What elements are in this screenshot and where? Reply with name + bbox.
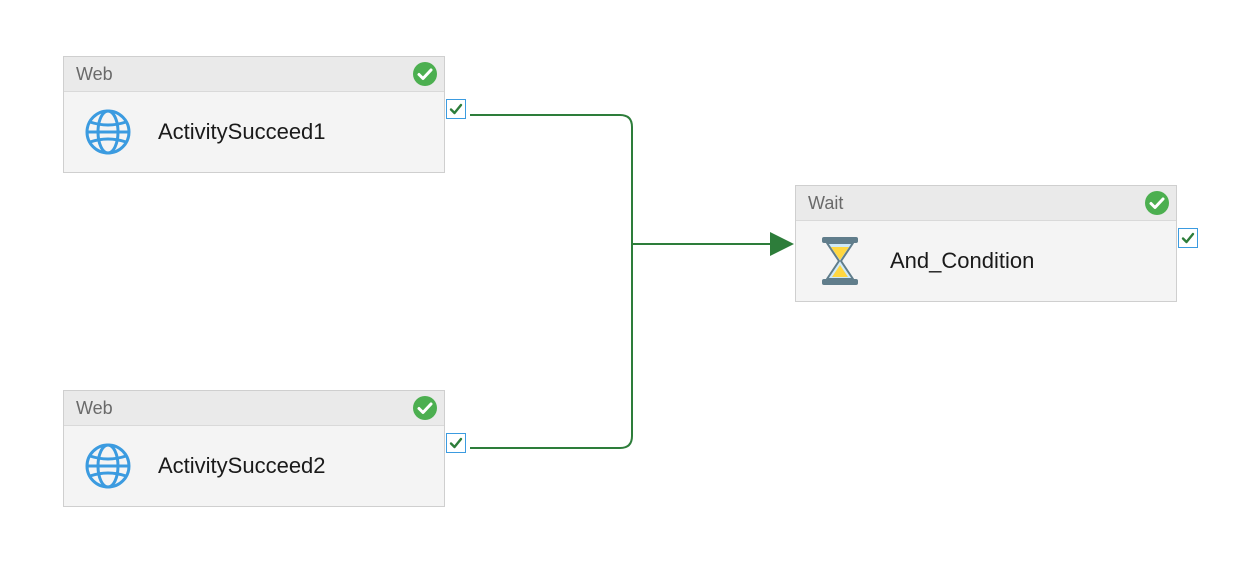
activity-node-and-condition[interactable]: Wait And_Condition: [795, 185, 1177, 302]
output-port-success[interactable]: [446, 99, 466, 119]
node-type-label: Web: [76, 64, 113, 84]
node-body: ActivitySucceed1: [64, 92, 444, 172]
hourglass-icon: [814, 235, 866, 287]
node-title: And_Condition: [890, 248, 1034, 274]
status-success-icon: [412, 61, 438, 98]
status-success-icon: [1144, 190, 1170, 227]
node-header: Web: [64, 57, 444, 92]
node-body: And_Condition: [796, 221, 1176, 301]
node-header: Wait: [796, 186, 1176, 221]
node-header: Web: [64, 391, 444, 426]
connector-b-to-c: [470, 244, 632, 448]
activity-node-activitysucceed1[interactable]: Web ActivitySucceed1: [63, 56, 445, 173]
output-port-success[interactable]: [446, 433, 466, 453]
node-title: ActivitySucceed1: [158, 119, 326, 145]
activity-node-activitysucceed2[interactable]: Web ActivitySucceed2: [63, 390, 445, 507]
node-title: ActivitySucceed2: [158, 453, 326, 479]
node-type-label: Web: [76, 398, 113, 418]
pipeline-canvas[interactable]: Web ActivitySucceed1: [0, 0, 1246, 580]
output-port-success[interactable]: [1178, 228, 1198, 248]
node-type-label: Wait: [808, 193, 843, 213]
status-success-icon: [412, 395, 438, 432]
globe-icon: [82, 106, 134, 158]
connector-a-to-c: [470, 115, 632, 244]
node-body: ActivitySucceed2: [64, 426, 444, 506]
globe-icon: [82, 440, 134, 492]
